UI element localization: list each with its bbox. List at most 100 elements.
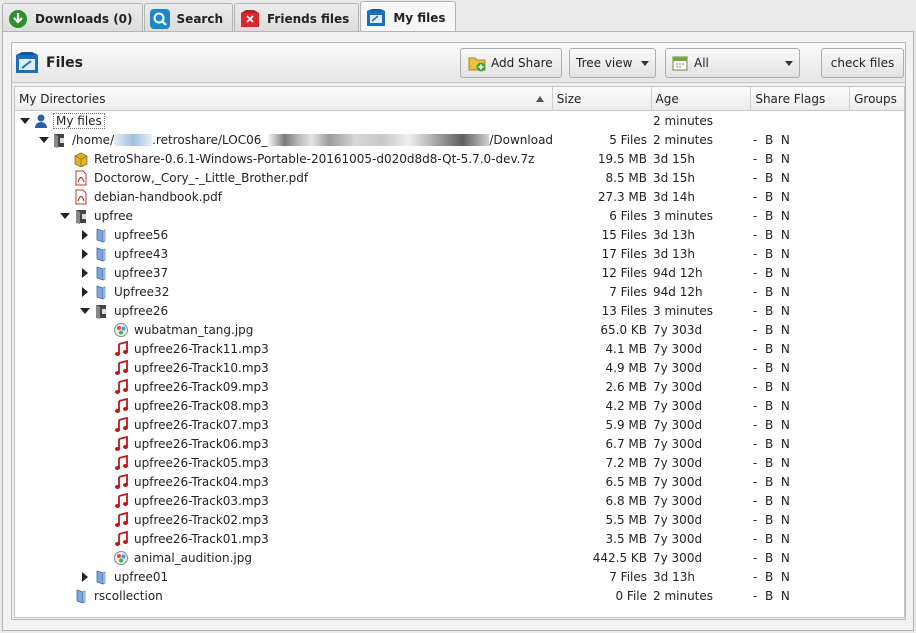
cell-share-flags: - B N bbox=[753, 531, 790, 546]
table-row[interactable]: upfree43 17 Files 3d 13h - B N bbox=[15, 244, 904, 263]
files-tree[interactable]: My Directories Size Age Share Flags Grou… bbox=[14, 86, 905, 618]
item-name: RetroShare-0.6.1-Windows-Portable-201610… bbox=[94, 151, 535, 166]
column-header-size[interactable]: Size bbox=[553, 87, 652, 111]
cell-name: upfree26-Track11.mp3 bbox=[15, 339, 552, 358]
cell-size: 6 Files bbox=[609, 208, 647, 223]
table-row[interactable]: upfree26-Track02.mp3 5.5 MB 7y 300d - B N bbox=[15, 510, 904, 529]
cell-name: upfree26-Track08.mp3 bbox=[15, 396, 552, 415]
cell-name: debian-handbook.pdf bbox=[15, 187, 552, 206]
cell-size: 6.7 MB bbox=[605, 436, 647, 451]
table-row[interactable]: wubatman_tang.jpg 65.0 KB 7y 303d - B N bbox=[15, 320, 904, 339]
item-name: upfree26-Track10.mp3 bbox=[134, 360, 269, 375]
expand-arrow-icon[interactable] bbox=[79, 244, 91, 263]
cell-name: upfree37 bbox=[15, 263, 552, 282]
collapse-arrow-icon[interactable] bbox=[39, 130, 49, 149]
expand-arrow-icon[interactable] bbox=[79, 225, 91, 244]
column-header-groups[interactable]: Groups bbox=[850, 87, 904, 111]
cell-age: 7y 300d bbox=[653, 417, 703, 432]
column-header-my-directories[interactable]: My Directories bbox=[15, 87, 553, 111]
check-files-button[interactable]: check files bbox=[821, 48, 904, 78]
cell-size: 12 Files bbox=[601, 265, 647, 280]
table-row[interactable]: upfree26-Track10.mp3 4.9 MB 7y 300d - B N bbox=[15, 358, 904, 377]
music-icon bbox=[113, 473, 129, 490]
table-row[interactable]: /home/ .retroshare/LOC06_ /Downloads 5 File… bbox=[15, 130, 904, 149]
sort-ascending-icon bbox=[535, 96, 544, 102]
music-icon bbox=[113, 435, 129, 452]
cell-share-flags: - B N bbox=[753, 512, 790, 527]
folder-icon bbox=[93, 284, 109, 300]
tab-downloads[interactable]: Downloads (0) bbox=[2, 3, 143, 33]
cell-size: 2.6 MB bbox=[605, 379, 647, 394]
collapse-arrow-icon[interactable] bbox=[19, 111, 31, 130]
chevron-down-icon bbox=[641, 61, 649, 66]
cell-age: 7y 300d bbox=[653, 474, 703, 489]
table-row[interactable]: animal_audition.jpg 442.5 KB 7y 300d - B N bbox=[15, 548, 904, 567]
archive-icon bbox=[73, 151, 89, 167]
expand-arrow-icon[interactable] bbox=[79, 263, 91, 282]
tab-my-files[interactable]: My files bbox=[360, 1, 456, 33]
cell-name: Doctorow,_Cory_-_Little_Brother.pdf bbox=[15, 168, 552, 187]
item-name: upfree26-Track04.mp3 bbox=[134, 474, 269, 489]
cell-share-flags: - B N bbox=[753, 474, 790, 489]
item-name: upfree26-Track03.mp3 bbox=[134, 493, 269, 508]
folder-icon bbox=[93, 569, 109, 585]
table-row[interactable]: My files 2 minutes bbox=[15, 111, 904, 130]
item-name: debian-handbook.pdf bbox=[94, 189, 222, 204]
table-row[interactable]: upfree26-Track09.mp3 2.6 MB 7y 300d - B N bbox=[15, 377, 904, 396]
table-row[interactable]: upfree26 13 Files 3 minutes - B N bbox=[15, 301, 904, 320]
item-name: upfree26-Track11.mp3 bbox=[134, 341, 269, 356]
my-files-icon bbox=[366, 8, 386, 28]
collapse-arrow-icon[interactable] bbox=[79, 301, 91, 320]
table-row[interactable]: upfree26-Track07.mp3 5.9 MB 7y 300d - B N bbox=[15, 415, 904, 434]
folder-icon bbox=[93, 265, 109, 281]
table-row[interactable]: upfree26-Track05.mp3 7.2 MB 7y 300d - B N bbox=[15, 453, 904, 472]
redacted-text bbox=[114, 134, 153, 146]
tab-friends-files[interactable]: Friends files bbox=[233, 3, 360, 33]
column-header-share-flags[interactable]: Share Flags bbox=[751, 87, 851, 111]
cell-name: My files bbox=[15, 111, 552, 130]
table-row[interactable]: upfree 6 Files 3 minutes - B N bbox=[15, 206, 904, 225]
cell-age: 7y 300d bbox=[653, 341, 703, 356]
collapse-arrow-icon[interactable] bbox=[59, 206, 71, 225]
table-row[interactable]: debian-handbook.pdf 27.3 MB 3d 14h - B N bbox=[15, 187, 904, 206]
cell-size: 4.1 MB bbox=[605, 341, 647, 356]
table-row[interactable]: Doctorow,_Cory_-_Little_Brother.pdf 8.5 M… bbox=[15, 168, 904, 187]
view-mode-select[interactable]: Tree view bbox=[569, 48, 656, 78]
column-header-age[interactable]: Age bbox=[652, 87, 752, 111]
table-row[interactable]: upfree26-Track06.mp3 6.7 MB 7y 300d - B N bbox=[15, 434, 904, 453]
expand-arrow-icon[interactable] bbox=[79, 282, 91, 301]
cell-size: 19.5 MB bbox=[597, 151, 647, 166]
table-row[interactable]: upfree26-Track08.mp3 4.2 MB 7y 300d - B N bbox=[15, 396, 904, 415]
cell-share-flags: - B N bbox=[753, 189, 790, 204]
page-title: Files bbox=[15, 51, 83, 75]
file-type-filter-select[interactable]: All bbox=[665, 48, 800, 78]
tab-search[interactable]: Search bbox=[143, 3, 233, 33]
calendar-icon bbox=[672, 55, 688, 71]
table-row[interactable]: upfree37 12 Files 94d 12h - B N bbox=[15, 263, 904, 282]
music-icon bbox=[113, 378, 129, 395]
cell-name: upfree bbox=[15, 206, 552, 225]
table-row[interactable]: upfree01 7 Files 3d 13h - B N bbox=[15, 567, 904, 586]
cell-age: 2 minutes bbox=[653, 132, 714, 147]
table-row[interactable]: upfree26-Track03.mp3 6.8 MB 7y 300d - B N bbox=[15, 491, 904, 510]
add-share-button[interactable]: Add Share bbox=[460, 48, 562, 78]
cell-age: 2 minutes bbox=[653, 113, 714, 128]
cell-age: 3 minutes bbox=[653, 208, 714, 223]
table-row[interactable]: upfree26-Track11.mp3 4.1 MB 7y 300d - B N bbox=[15, 339, 904, 358]
cell-share-flags: - B N bbox=[753, 208, 790, 223]
expand-arrow-icon[interactable] bbox=[79, 567, 91, 586]
cell-share-flags: - B N bbox=[753, 265, 790, 280]
file-type-filter-value: All bbox=[694, 56, 709, 70]
table-row[interactable]: Upfree32 7 Files 94d 12h - B N bbox=[15, 282, 904, 301]
cell-size: 3.5 MB bbox=[605, 531, 647, 546]
table-row[interactable]: upfree26-Track01.mp3 3.5 MB 7y 300d - B N bbox=[15, 529, 904, 548]
add-folder-icon bbox=[467, 53, 487, 73]
table-row[interactable]: upfree26-Track04.mp3 6.5 MB 7y 300d - B N bbox=[15, 472, 904, 491]
table-row[interactable]: upfree56 15 Files 3d 13h - B N bbox=[15, 225, 904, 244]
table-row[interactable]: rscollection 0 File 2 minutes - B N bbox=[15, 586, 904, 605]
cell-size: 0 File bbox=[615, 588, 647, 603]
files-header: Files Add Share Tree view All check file… bbox=[12, 43, 905, 83]
table-row[interactable]: RetroShare-0.6.1-Windows-Portable-201610… bbox=[15, 149, 904, 168]
